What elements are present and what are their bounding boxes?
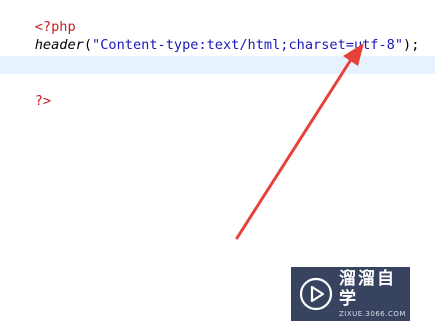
play-logo-icon (299, 277, 333, 311)
open-paren: ( (83, 37, 93, 53)
watermark-text: 溜溜自学 ZIXUE.3066.COM (339, 269, 406, 319)
current-line-highlight[interactable] (0, 56, 435, 74)
statement-end: ); (403, 37, 420, 53)
string-literal: "Content-type:text/html;charset=utf-8" (92, 37, 404, 53)
code-line-1[interactable]: <?php (2, 0, 76, 35)
watermark: 溜溜自学 ZIXUE.3066.COM (291, 267, 410, 321)
code-line-2[interactable]: header("Content-type:text/html;charset=u… (2, 18, 420, 53)
php-close-tag: ?> (34, 93, 52, 109)
function-name: header (34, 37, 84, 53)
watermark-subtitle: ZIXUE.3066.COM (339, 310, 406, 318)
watermark-title: 溜溜自学 (339, 269, 396, 309)
code-line-4[interactable]: ?> (2, 74, 51, 109)
